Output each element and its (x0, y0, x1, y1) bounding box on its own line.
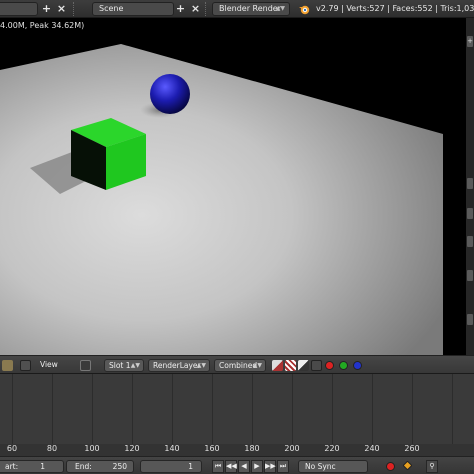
render-memory-info: 4.00M, Peak 34.62M) (0, 21, 85, 30)
tab-handle[interactable] (467, 208, 473, 219)
render-layer-selector[interactable]: RenderLayer ▲▼ (148, 359, 210, 372)
play-reverse-icon[interactable]: ◀ (238, 460, 250, 473)
image-editor-header: View Slot 1 ▲▼ RenderLayer ▲▼ Combined ▲… (0, 355, 474, 374)
timeline-gridline (412, 374, 413, 444)
slot-selector[interactable]: Slot 1 ▲▼ (104, 359, 144, 372)
timeline-area[interactable] (0, 374, 474, 444)
frame-tick-label: 100 (84, 444, 100, 453)
scene-name: Scene (99, 4, 124, 13)
frame-tick-label: 140 (164, 444, 180, 453)
timeline-header: art: 1 End: 250 1 ⏮ ◀◀ ◀ ▶ ▶▶ ⏭ No Sync … (0, 456, 474, 474)
timeline-gridline (12, 374, 13, 444)
timeline-gridline (452, 374, 453, 444)
keyframe-icon[interactable] (402, 460, 413, 471)
start-frame-label: art: (5, 462, 19, 471)
info-header: + × Scene + × Blender Render ▲▼ v2.79 | … (0, 0, 474, 18)
scene-statistics: v2.79 | Verts:527 | Faces:552 | Tris:1,0… (316, 4, 474, 13)
editor-type-image-icon[interactable] (2, 360, 13, 371)
channel-icon[interactable] (311, 360, 322, 371)
render-engine-selector[interactable]: Blender Render ▲▼ (212, 2, 290, 16)
current-frame-field[interactable]: 1 (140, 460, 202, 473)
chevron-updown-icon: ▲▼ (130, 362, 140, 369)
end-frame-value: 250 (112, 462, 127, 471)
screen-layout-selector[interactable] (0, 2, 38, 16)
end-frame-field[interactable]: End: 250 (66, 460, 134, 473)
render-engine-label: Blender Render (219, 4, 282, 13)
z-buffer-icon[interactable] (298, 360, 309, 371)
render-pass-label: Combined (219, 361, 258, 370)
timeline-frame-ruler[interactable]: 60 80 100 120 140 160 180 200 220 240 26… (0, 444, 474, 456)
chevron-updown-icon: ▲▼ (196, 362, 206, 369)
frame-tick-label: 160 (204, 444, 220, 453)
start-frame-field[interactable]: art: 1 (0, 460, 64, 473)
blue-channel-icon[interactable] (353, 361, 362, 370)
separator (205, 2, 207, 16)
timeline-gridline (212, 374, 213, 444)
frame-tick-label: 180 (244, 444, 260, 453)
tool-shelf-tabs: + (466, 18, 474, 355)
start-frame-value: 1 (40, 462, 45, 471)
render-viewport[interactable]: 4.00M, Peak 34.62M) + (0, 18, 474, 355)
frame-tick-label: 120 (124, 444, 140, 453)
scene-selector[interactable]: Scene (92, 2, 174, 16)
sphere (150, 74, 190, 114)
timeline-gridline (92, 374, 93, 444)
draw-image-icon[interactable] (272, 360, 283, 371)
prev-keyframe-icon[interactable]: ◀◀ (225, 460, 237, 473)
floor-plane (0, 44, 443, 355)
timeline-gridline (372, 374, 373, 444)
close-icon[interactable]: × (55, 3, 68, 15)
frame-tick-label: 220 (324, 444, 340, 453)
alpha-icon[interactable] (285, 360, 296, 371)
chevron-updown-icon: ▲▼ (275, 5, 285, 12)
view-menu-label: View (40, 360, 58, 369)
chevron-updown-icon: ▲▼ (252, 362, 262, 369)
frame-tick-label: 260 (404, 444, 420, 453)
delete-scene-close-icon[interactable]: × (189, 3, 202, 15)
tab-scrollbar[interactable] (467, 178, 473, 189)
slot-label: Slot 1 (109, 361, 131, 370)
render-layer-label: RenderLayer (153, 361, 201, 370)
tab-handle[interactable] (467, 270, 473, 281)
properties-toggle-plus-icon[interactable]: + (467, 36, 473, 47)
current-frame-value: 1 (188, 462, 193, 471)
frame-tick-label: 60 (6, 444, 18, 453)
red-channel-icon[interactable] (325, 361, 334, 370)
keying-set-icon[interactable]: ⚲ (426, 460, 438, 473)
add-scene-plus-icon[interactable]: + (174, 3, 187, 15)
end-frame-label: End: (75, 462, 92, 471)
timeline-gridline (292, 374, 293, 444)
next-keyframe-icon[interactable]: ▶▶ (264, 460, 276, 473)
play-icon[interactable]: ▶ (251, 460, 263, 473)
render-image (0, 44, 443, 355)
jump-end-icon[interactable]: ⏭ (277, 460, 289, 473)
render-pass-selector[interactable]: Combined ▲▼ (214, 359, 266, 372)
frame-tick-label: 240 (364, 444, 380, 453)
record-icon[interactable] (386, 462, 395, 471)
image-browse-icon[interactable] (80, 360, 91, 371)
green-channel-icon[interactable] (339, 361, 348, 370)
timeline-gridline (252, 374, 253, 444)
menu-toggle-icon[interactable] (20, 360, 31, 371)
jump-start-icon[interactable]: ⏮ (212, 460, 224, 473)
sync-mode-label: No Sync (305, 462, 336, 471)
timeline-gridline (132, 374, 133, 444)
view-menu[interactable]: View (36, 359, 72, 372)
tab-handle[interactable] (467, 236, 473, 247)
blender-logo-icon (299, 5, 310, 15)
sync-mode-selector[interactable]: No Sync (298, 460, 368, 473)
frame-tick-label: 200 (284, 444, 300, 453)
plus-icon[interactable]: + (40, 3, 53, 15)
timeline-gridline (332, 374, 333, 444)
separator (73, 2, 75, 16)
tab-handle[interactable] (467, 314, 473, 325)
frame-tick-label: 80 (46, 444, 58, 453)
timeline-gridline (172, 374, 173, 444)
timeline-gridline (52, 374, 53, 444)
